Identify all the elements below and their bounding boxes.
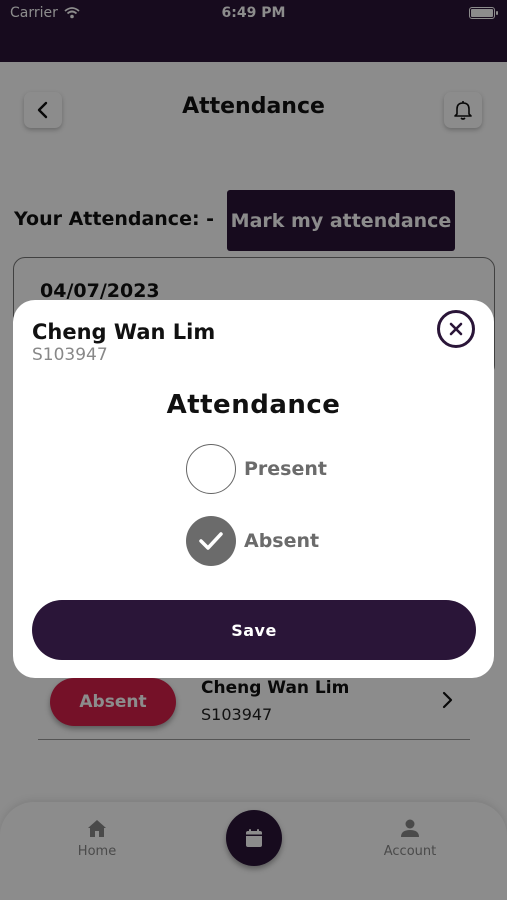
check-icon [199, 532, 223, 550]
close-icon [449, 322, 463, 336]
save-button[interactable]: Save [32, 600, 476, 660]
absent-radio[interactable] [186, 516, 236, 566]
present-label: Present [244, 458, 327, 480]
close-button[interactable] [437, 310, 475, 348]
option-present[interactable]: Present [186, 444, 327, 494]
modal-student-id: S103947 [32, 345, 108, 365]
absent-label: Absent [244, 530, 320, 552]
modal-title: Attendance [166, 390, 341, 420]
option-absent[interactable]: Absent [186, 516, 319, 566]
attendance-modal: Cheng Wan Lim S103947 Attendance Present… [13, 300, 494, 678]
modal-student-name: Cheng Wan Lim [32, 320, 216, 344]
present-radio[interactable] [186, 444, 236, 494]
